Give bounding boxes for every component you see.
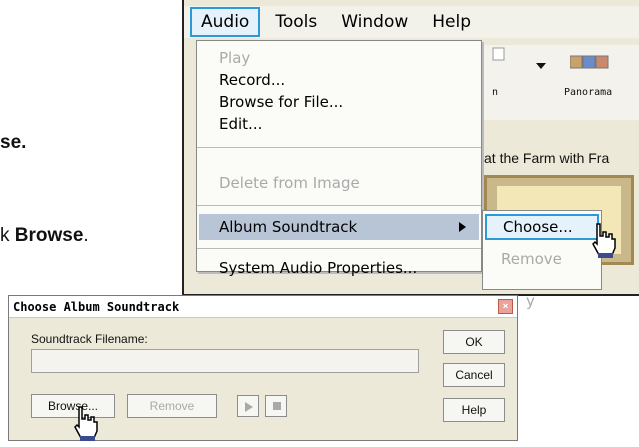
cancel-button[interactable]: Cancel [443,363,505,387]
menu-item-system-audio-properties[interactable]: System Audio Properties... [219,257,417,279]
soundtrack-filename-field[interactable] [31,349,419,373]
menu-item-album-soundtrack[interactable]: Album Soundtrack [219,216,477,238]
album-soundtrack-submenu: Choose... Remove [482,210,602,290]
doc-text-line2-prefix: k [0,225,15,246]
submenu-arrow-icon [459,222,466,232]
menu-separator [197,205,481,206]
ok-button[interactable]: OK [443,330,505,354]
menu-item-play[interactable]: Play [219,47,250,69]
dropdown-arrow-icon[interactable] [536,63,546,71]
hand-cursor-icon [592,223,616,258]
menu-separator [197,147,481,148]
menu-item-record[interactable]: Record... [219,69,285,91]
panorama-label[interactable]: Panorama [564,87,612,98]
audio-menu: Play Record... Browse for File... Edit..… [196,40,482,277]
submenu-partial-text: y [526,292,535,310]
play-button[interactable] [237,395,259,417]
menu-tools[interactable]: Tools [266,9,326,35]
document-icon[interactable] [492,47,506,61]
menubar: Audio Tools Window Help [184,6,639,38]
doc-text-line2-bold: Browse [14,225,84,246]
menu-help[interactable]: Help [423,9,480,35]
panorama-icon[interactable] [570,55,610,69]
dialog-title: Choose Album Soundtrack × [9,296,517,318]
help-button[interactable]: Help [443,398,505,422]
doc-text-line1-tail: se. [0,132,27,153]
soundtrack-filename-label: Soundtrack Filename: [31,332,148,346]
remove-button[interactable]: Remove [127,394,217,418]
menu-item-delete-from-image[interactable]: Delete from Image [219,172,360,194]
play-icon [245,402,253,412]
dialog-title-text: Choose Album Soundtrack [13,300,180,314]
menu-item-browse-for-file[interactable]: Browse for File... [219,91,343,113]
doc-text-line2-period: . [83,225,89,246]
menu-item-album-soundtrack-label: Album Soundtrack [219,218,358,236]
hand-cursor-icon [74,406,98,441]
doc-text-line2: k Browse. [0,225,89,247]
menu-separator [197,248,481,249]
stop-icon [273,402,281,410]
menu-audio[interactable]: Audio [190,7,261,37]
stop-button[interactable] [265,395,287,417]
toolbar-partial-label: n [492,87,499,98]
submenu-item-remove[interactable]: Remove [501,250,562,268]
toolbar: n Panorama [484,45,639,120]
menu-window[interactable]: Window [332,9,417,35]
doc-text-line1: se. [0,132,26,154]
album-title: at the Farm with Fra [484,150,610,166]
close-icon[interactable]: × [498,299,513,314]
submenu-item-choose[interactable]: Choose... [485,214,599,240]
menu-item-edit[interactable]: Edit... [219,113,262,135]
